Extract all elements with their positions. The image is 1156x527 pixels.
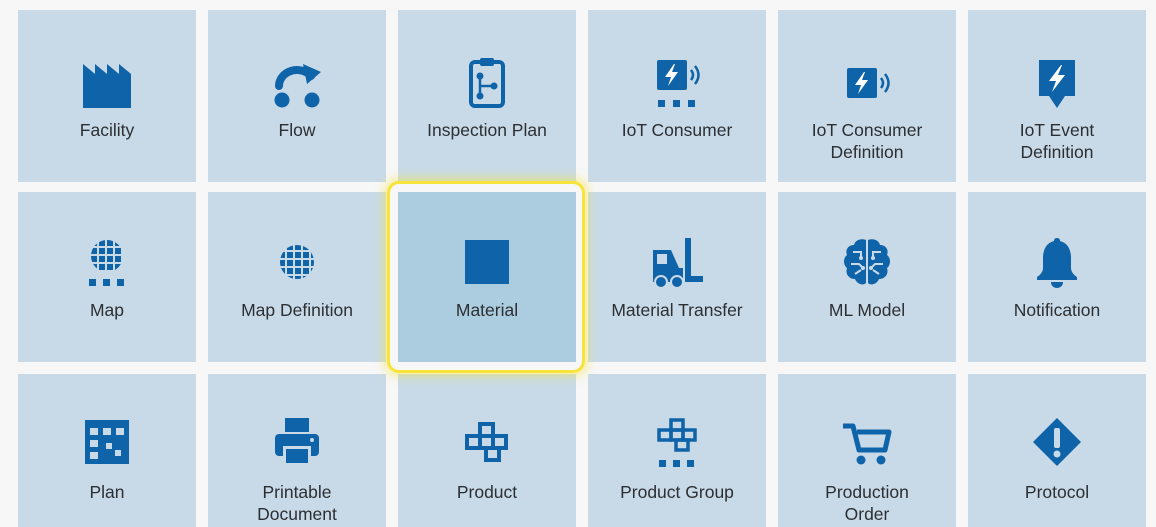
tile-protocol[interactable]: Protocol <box>968 374 1146 527</box>
tile-label: Map <box>89 300 125 320</box>
tile-inspection-plan[interactable]: Inspection Plan <box>398 10 576 182</box>
tile-label: Material <box>455 300 519 320</box>
tile-ml-model[interactable]: ML Model <box>778 192 956 362</box>
material-square-icon <box>459 234 515 290</box>
tile-map[interactable]: Map <box>18 192 196 362</box>
tile-facility[interactable]: Facility <box>18 10 196 182</box>
tile-printable-document[interactable]: Printable Document <box>208 374 386 527</box>
tile-iot-event-definition[interactable]: IoT Event Definition <box>968 10 1146 182</box>
tile-iot-consumer-definition[interactable]: IoT Consumer Definition <box>778 10 956 182</box>
tile-product-group[interactable]: Product Group <box>588 374 766 527</box>
iot-consumer-definition-icon <box>839 56 895 112</box>
product-group-icon <box>649 414 705 470</box>
plan-grid-icon <box>79 414 135 470</box>
tile-iot-consumer[interactable]: IoT Consumer <box>588 10 766 182</box>
printer-icon <box>269 414 325 470</box>
tile-label: Facility <box>79 120 135 140</box>
tile-label: ML Model <box>828 300 906 320</box>
tile-material[interactable]: Material <box>398 192 576 362</box>
tile-label: Protocol <box>1024 482 1090 502</box>
entity-tile-grid: Facility Flow Inspection Plan IoT Consum… <box>0 0 1156 527</box>
tile-label: Flow <box>278 120 316 140</box>
tile-label: Inspection Plan <box>427 120 547 140</box>
bell-icon <box>1029 234 1085 290</box>
tile-product[interactable]: Product <box>398 374 576 527</box>
brain-icon <box>839 234 895 290</box>
iot-event-icon <box>1029 56 1085 112</box>
tile-label: Notification <box>1013 300 1101 320</box>
diamond-exclamation-icon <box>1029 414 1085 470</box>
tile-label: Plan <box>89 482 125 502</box>
tile-label: Printable Document <box>257 482 337 524</box>
tile-label: Product <box>456 482 518 502</box>
tile-label: Product Group <box>620 482 734 502</box>
product-icon <box>459 414 515 470</box>
flow-icon <box>269 56 325 112</box>
tile-plan[interactable]: Plan <box>18 374 196 527</box>
map-icon <box>79 234 135 290</box>
tile-flow[interactable]: Flow <box>208 10 386 182</box>
factory-icon <box>79 56 135 112</box>
tile-label: Material Transfer <box>611 300 743 320</box>
clipboard-flow-icon <box>459 56 515 112</box>
map-definition-icon <box>269 234 325 290</box>
tile-label: IoT Consumer Definition <box>811 120 923 162</box>
tile-notification[interactable]: Notification <box>968 192 1146 362</box>
tile-label: IoT Consumer <box>621 120 733 140</box>
tile-map-definition[interactable]: Map Definition <box>208 192 386 362</box>
tile-label: Production Order <box>825 482 909 524</box>
cart-icon <box>839 414 895 470</box>
tile-label: Map Definition <box>241 300 353 320</box>
iot-consumer-icon <box>649 56 705 112</box>
forklift-icon <box>649 234 705 290</box>
tile-label: IoT Event Definition <box>1019 120 1095 162</box>
tile-material-transfer[interactable]: Material Transfer <box>588 192 766 362</box>
tile-production-order[interactable]: Production Order <box>778 374 956 527</box>
